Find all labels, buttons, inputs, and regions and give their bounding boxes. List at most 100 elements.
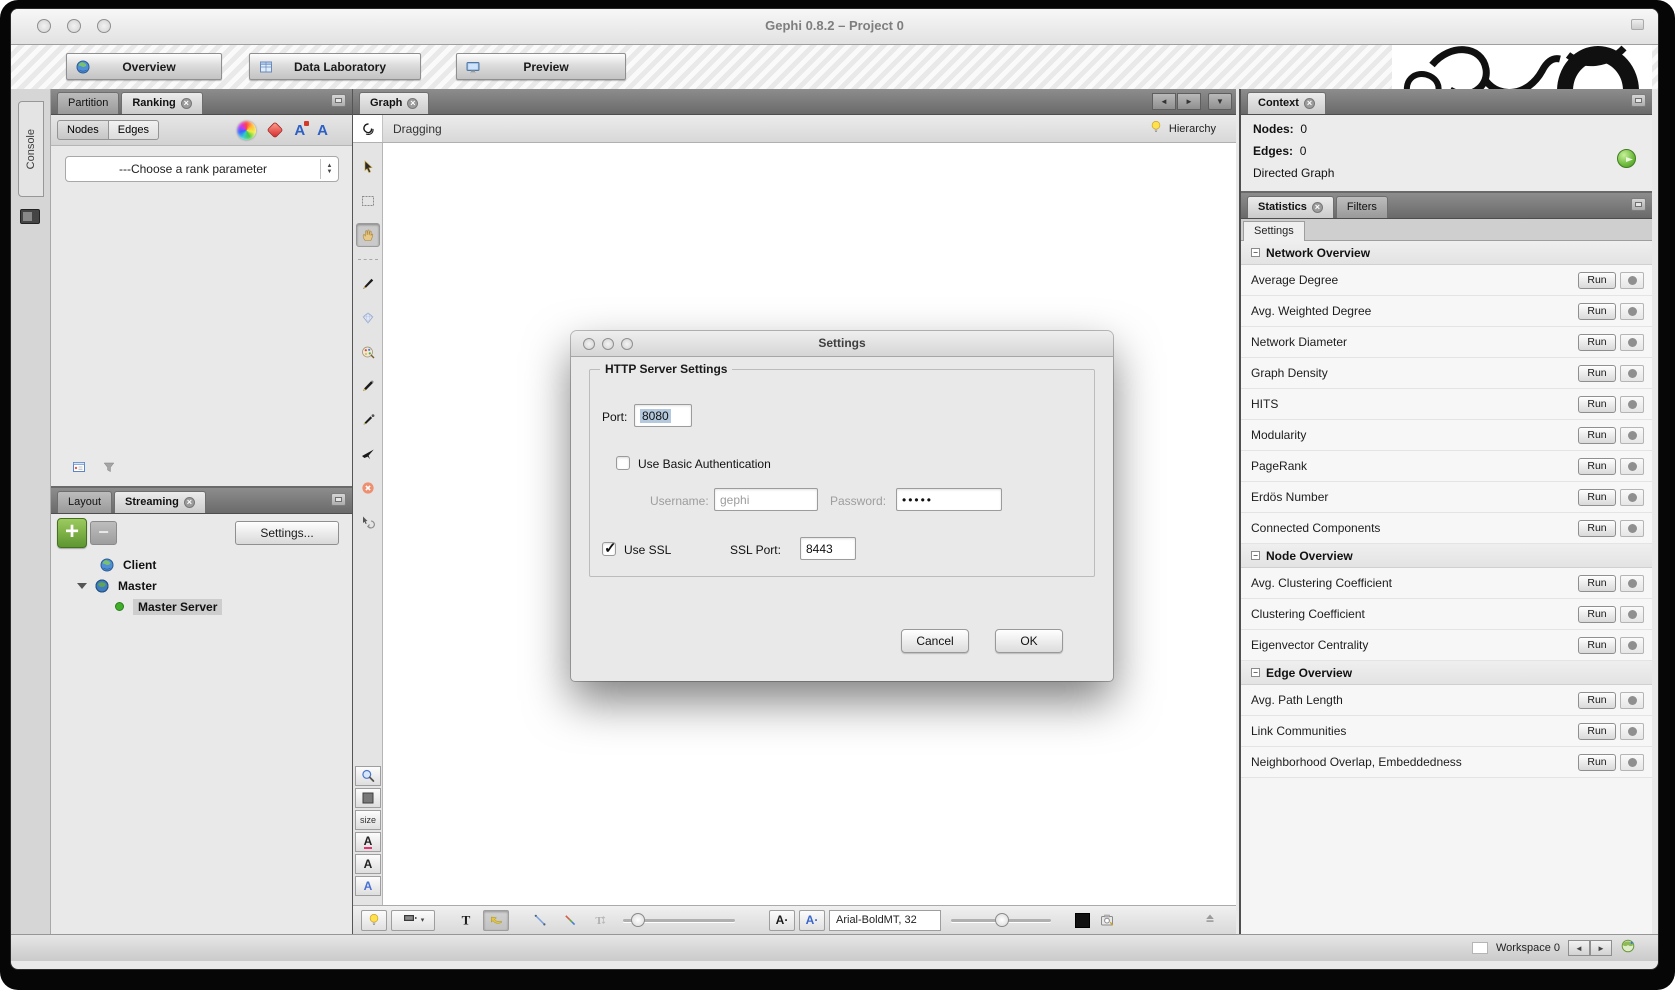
edge-pencil-tool[interactable] — [356, 408, 380, 432]
statistic-info-button[interactable] — [1620, 520, 1644, 537]
ssl-port-field[interactable]: 8443 — [800, 537, 856, 560]
drag-tool[interactable] — [356, 223, 380, 247]
window-menu-icon[interactable] — [1631, 19, 1644, 30]
tab-partition[interactable]: Partition — [57, 92, 119, 114]
tab-filters[interactable]: Filters — [1336, 196, 1388, 218]
preview-button[interactable]: Preview — [456, 53, 626, 80]
tab-ranking[interactable]: Ranking — [121, 92, 202, 114]
filter-funnel-icon[interactable] — [101, 459, 117, 480]
run-button[interactable]: Run — [1578, 723, 1616, 740]
statistic-info-button[interactable] — [1620, 334, 1644, 351]
workspace-color-swatch[interactable] — [1472, 942, 1488, 954]
dialog-zoom-button[interactable] — [621, 338, 633, 350]
run-button[interactable]: Run — [1578, 575, 1616, 592]
scroll-left-button[interactable]: ◄ — [1152, 93, 1176, 110]
expander-icon[interactable] — [77, 583, 87, 589]
label-font-field[interactable]: Arial-BoldMT, 32 — [829, 910, 941, 931]
statistic-info-button[interactable] — [1620, 575, 1644, 592]
subtab-settings[interactable]: Settings — [1243, 221, 1305, 241]
tab-graph[interactable]: Graph — [359, 92, 429, 114]
password-field[interactable]: ••••• — [896, 488, 1002, 511]
result-list-icon[interactable] — [71, 459, 87, 480]
statistic-info-button[interactable] — [1620, 489, 1644, 506]
streaming-settings-button[interactable]: Settings... — [235, 521, 339, 545]
collapse-toolbar-icon[interactable] — [1202, 910, 1218, 931]
edge-preview-lightbulb-button[interactable] — [361, 910, 387, 931]
use-ssl-checkbox[interactable] — [602, 542, 616, 556]
data-laboratory-button[interactable]: Data Laboratory — [249, 53, 421, 80]
show-edge-labels-button[interactable]: T — [587, 910, 613, 931]
rank-label-size-icon[interactable] — [317, 123, 328, 138]
run-button[interactable]: Run — [1578, 334, 1616, 351]
node-pencil-tool[interactable] — [356, 374, 380, 398]
run-button[interactable]: Run — [1578, 637, 1616, 654]
dialog-close-button[interactable] — [583, 338, 595, 350]
username-field[interactable]: gephi — [714, 488, 818, 511]
run-button[interactable]: Run — [1578, 606, 1616, 623]
statistic-info-button[interactable] — [1620, 272, 1644, 289]
rank-parameter-dropdown[interactable]: ---Choose a rank parameter ▲▼ — [65, 156, 339, 182]
statistic-info-button[interactable] — [1620, 606, 1644, 623]
stats-section-header[interactable]: −Edge Overview — [1241, 661, 1652, 685]
painter-tool[interactable] — [356, 272, 380, 296]
sizer-tool[interactable] — [356, 306, 380, 330]
statistic-info-button[interactable] — [1620, 365, 1644, 382]
show-node-labels-button[interactable]: T — [453, 910, 479, 931]
edge-scale-slider[interactable] — [623, 912, 735, 928]
edge-color-button[interactable] — [527, 910, 553, 931]
tab-streaming[interactable]: Streaming — [114, 491, 206, 513]
cancel-button[interactable]: Cancel — [901, 629, 969, 653]
delete-node-tool[interactable] — [356, 476, 380, 500]
console-icon[interactable] — [20, 209, 40, 224]
collapse-icon[interactable]: − — [1251, 551, 1260, 560]
minimize-panel-icon[interactable] — [331, 493, 346, 506]
collapse-icon[interactable]: − — [1251, 668, 1260, 677]
edge-label-attributes-button[interactable]: A· — [799, 910, 825, 931]
background-color-icon[interactable] — [355, 788, 381, 808]
run-button[interactable]: Run — [1578, 303, 1616, 320]
minimize-panel-icon[interactable] — [1631, 94, 1646, 107]
next-workspace-button[interactable]: ► — [1590, 940, 1612, 956]
add-stream-button[interactable]: + — [57, 518, 87, 548]
stats-section-header[interactable]: −Network Overview — [1241, 241, 1652, 265]
basic-auth-checkbox[interactable] — [616, 456, 630, 470]
ok-button[interactable]: OK — [995, 629, 1063, 653]
color-painter-tool[interactable] — [356, 340, 380, 364]
screenshot-button[interactable] — [1094, 910, 1120, 931]
close-tab-icon[interactable] — [1304, 98, 1315, 109]
statistic-info-button[interactable] — [1620, 303, 1644, 320]
reset-zoom-icon[interactable] — [355, 766, 381, 786]
tree-item-master-server[interactable]: Master Server — [51, 596, 352, 617]
statistic-info-button[interactable] — [1620, 723, 1644, 740]
tree-item-client[interactable]: Client — [51, 554, 352, 575]
resize-labels-icon[interactable]: size — [355, 810, 381, 830]
run-button[interactable]: Run — [1578, 427, 1616, 444]
stats-section-header[interactable]: −Node Overview — [1241, 544, 1652, 568]
rank-color-icon[interactable] — [237, 121, 256, 140]
node-label-attributes-button[interactable]: A· — [769, 910, 795, 931]
label-font-icon[interactable]: A — [355, 854, 381, 874]
overview-button[interactable]: Overview — [66, 53, 222, 80]
close-tab-icon[interactable] — [407, 98, 418, 109]
run-button[interactable]: Run — [1578, 272, 1616, 289]
run-button[interactable]: Run — [1578, 489, 1616, 506]
console-tab[interactable]: Console — [18, 101, 44, 197]
label-color-swatch[interactable] — [1075, 913, 1090, 928]
previous-workspace-button[interactable]: ◄ — [1568, 940, 1590, 956]
statistic-info-button[interactable] — [1620, 396, 1644, 413]
run-button[interactable]: Run — [1578, 458, 1616, 475]
show-edges-button[interactable] — [483, 910, 509, 931]
minimize-panel-icon[interactable] — [331, 94, 346, 107]
refresh-context-icon[interactable] — [1617, 149, 1636, 168]
tab-list-button[interactable]: ▼ — [1208, 93, 1232, 110]
scroll-right-button[interactable]: ► — [1177, 93, 1201, 110]
run-button[interactable]: Run — [1578, 692, 1616, 709]
statistic-info-button[interactable] — [1620, 692, 1644, 709]
tab-layout[interactable]: Layout — [57, 491, 112, 513]
tree-item-master[interactable]: Master — [51, 575, 352, 596]
statistic-info-button[interactable] — [1620, 427, 1644, 444]
shortest-path-tool[interactable] — [356, 442, 380, 466]
rectangle-selection-tool[interactable] — [356, 189, 380, 213]
minimize-panel-icon[interactable] — [1631, 198, 1646, 211]
statistic-info-button[interactable] — [1620, 637, 1644, 654]
